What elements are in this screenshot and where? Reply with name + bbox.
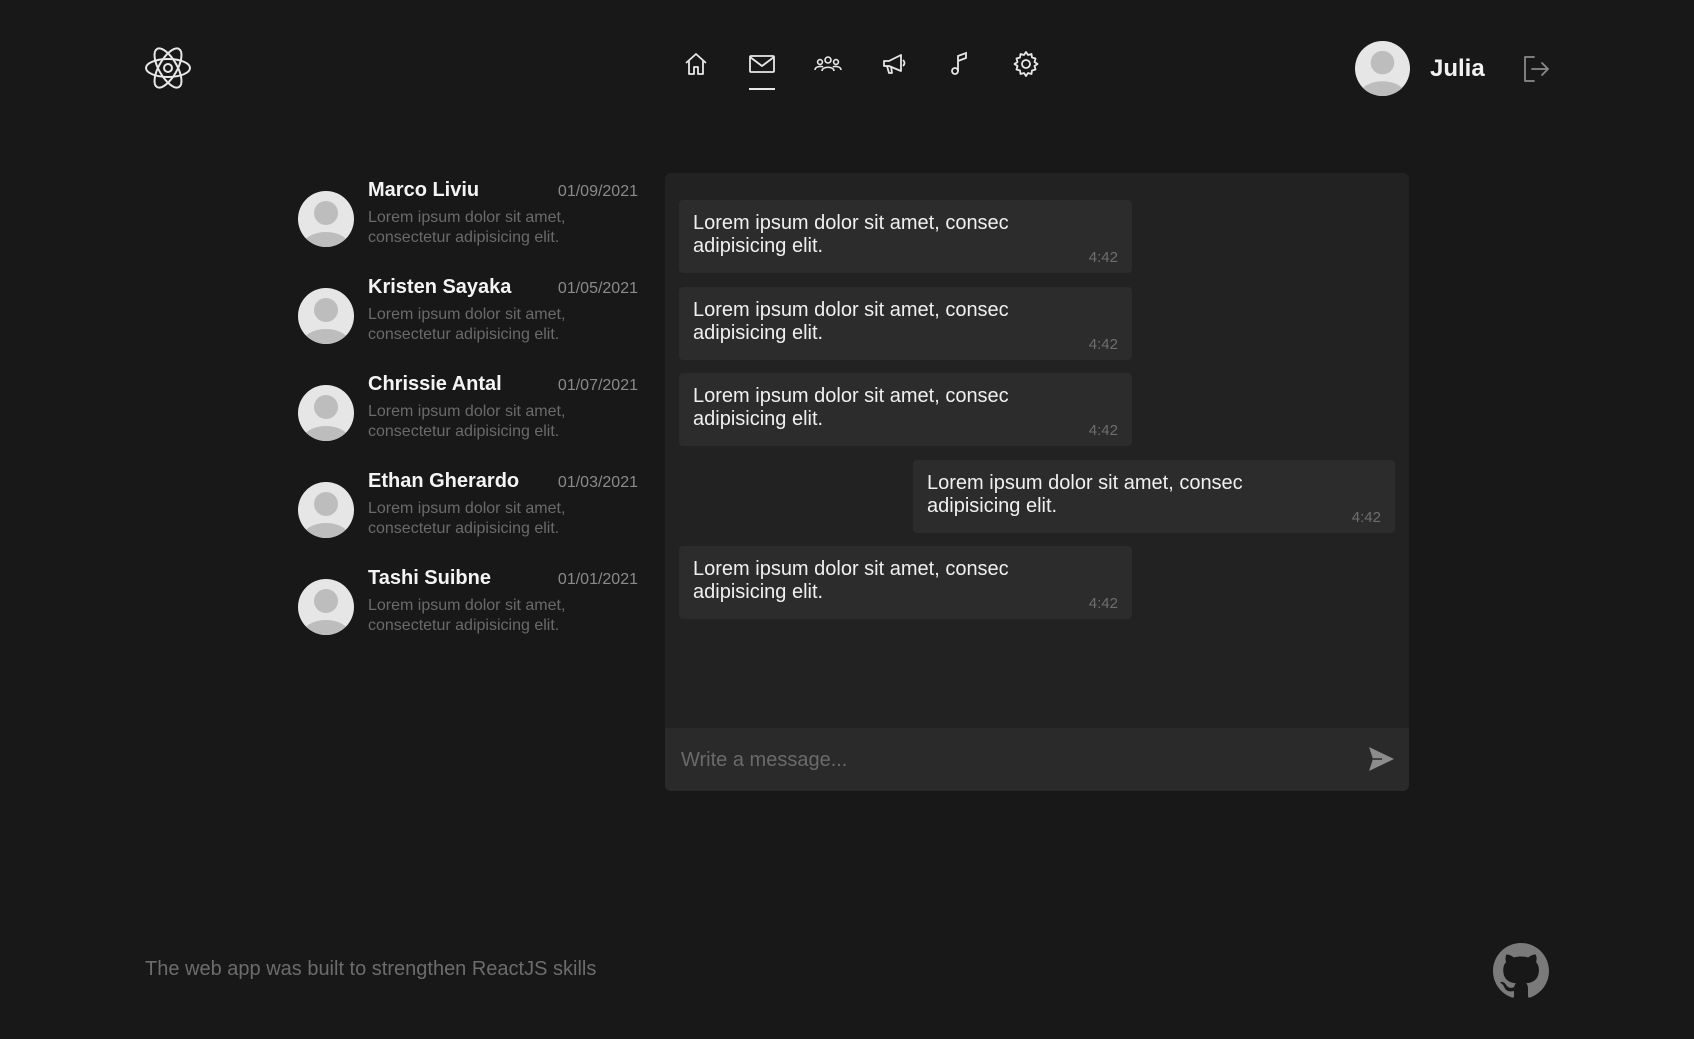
nav-home[interactable] [663,50,729,98]
gear-icon [1013,51,1039,77]
dialog-name: Ethan Gherardo [368,470,520,492]
message-bubble: Lorem ipsum dolor sit amet, consec adipi… [679,200,1132,273]
dialog-date: 01/01/2021 [557,571,638,588]
message-time: 4:42 [1088,249,1118,266]
dialog-header: Tashi Suibne 01/01/2021 [368,567,638,590]
dialog-header: Kristen Sayaka 01/05/2021 [368,276,638,299]
dialog-info: Tashi Suibne 01/01/2021 Lorem ipsum dolo… [368,567,638,664]
atom-logo-icon[interactable] [143,43,193,93]
message-time: 4:42 [1088,422,1118,439]
send-icon [1369,747,1394,771]
github-icon [1493,943,1549,998]
dialog-name: Tashi Suibne [368,567,491,589]
send-button[interactable] [1366,744,1396,774]
dialog-name: Kristen Sayaka [368,276,512,298]
nav-messages[interactable] [729,50,795,98]
message-text: Lorem ipsum dolor sit amet, consec adipi… [927,472,1243,517]
avatar [298,482,354,538]
chat-panel: Lorem ipsum dolor sit amet, consec adipi… [665,173,1409,791]
dialog-header: Marco Liviu 01/09/2021 [368,179,638,202]
dialog-info: Marco Liviu 01/09/2021 Lorem ipsum dolor… [368,179,638,276]
dialog-preview: Lorem ipsum dolor sit amet, consectetur … [368,209,566,246]
dialog-date: 01/03/2021 [557,474,638,491]
megaphone-icon [883,54,906,74]
dialog-header: Chrissie Antal 01/07/2021 [368,373,638,396]
github-link[interactable] [1493,943,1549,999]
message-text: Lorem ipsum dolor sit amet, consec adipi… [693,299,1009,344]
logout-icon [1524,56,1549,82]
dialog-header: Ethan Gherardo 01/03/2021 [368,470,638,493]
avatar [298,288,354,344]
dialog-preview: Lorem ipsum dolor sit amet, consectetur … [368,500,566,537]
user-profile[interactable]: Julia [1355,41,1485,96]
message-bubble: Lorem ipsum dolor sit amet, consec adipi… [679,546,1132,619]
dialog-info: Ethan Gherardo 01/03/2021 Lorem ipsum do… [368,470,638,567]
user-name: Julia [1430,54,1485,82]
dialog-date: 01/09/2021 [557,183,638,200]
footer-text: The web app was built to strengthen Reac… [145,958,597,980]
message-bubble-own: Lorem ipsum dolor sit amet, consec adipi… [913,460,1395,533]
dialog-item[interactable]: Marco Liviu 01/09/2021 Lorem ipsum dolor… [298,179,638,276]
mail-icon [749,55,775,73]
dialog-item[interactable]: Chrissie Antal 01/07/2021 Lorem ipsum do… [298,373,638,470]
dialog-preview: Lorem ipsum dolor sit amet, consectetur … [368,597,566,634]
dialog-name: Marco Liviu [368,179,480,201]
dialog-list: Marco Liviu 01/09/2021 Lorem ipsum dolor… [298,179,638,664]
dialog-name: Chrissie Antal [368,373,502,395]
avatar [1355,41,1410,96]
message-bubble: Lorem ipsum dolor sit amet, consec adipi… [679,373,1132,446]
message-text: Lorem ipsum dolor sit amet, consec adipi… [693,212,1009,257]
home-icon [685,53,707,75]
message-bubble: Lorem ipsum dolor sit amet, consec adipi… [679,287,1132,360]
message-time: 4:42 [1088,336,1118,353]
dialog-info: Kristen Sayaka 01/05/2021 Lorem ipsum do… [368,276,638,373]
avatar [298,191,354,247]
nav-users[interactable] [795,50,861,98]
message-text: Lorem ipsum dolor sit amet, consec adipi… [693,385,1009,430]
dialog-preview: Lorem ipsum dolor sit amet, consectetur … [368,306,566,343]
nav-music[interactable] [927,50,993,98]
dialog-item[interactable]: Ethan Gherardo 01/03/2021 Lorem ipsum do… [298,470,638,567]
avatar [298,385,354,441]
avatar [298,579,354,635]
dialog-item[interactable]: Tashi Suibne 01/01/2021 Lorem ipsum dolo… [298,567,638,664]
nav-news[interactable] [861,50,927,98]
dialog-date: 01/05/2021 [557,280,638,297]
message-text: Lorem ipsum dolor sit amet, consec adipi… [693,558,1009,603]
dialog-preview: Lorem ipsum dolor sit amet, consectetur … [368,403,566,440]
users-icon [814,56,842,72]
main-nav [663,50,1059,98]
logout-button[interactable] [1521,54,1551,84]
dialog-info: Chrissie Antal 01/07/2021 Lorem ipsum do… [368,373,638,470]
dialog-date: 01/07/2021 [557,377,638,394]
nav-settings[interactable] [993,50,1059,98]
message-composer [665,728,1409,791]
message-time: 4:42 [1088,595,1118,612]
music-icon [951,51,967,75]
message-time: 4:42 [1351,509,1381,526]
message-input[interactable] [679,744,1323,776]
dialog-item[interactable]: Kristen Sayaka 01/05/2021 Lorem ipsum do… [298,276,638,373]
